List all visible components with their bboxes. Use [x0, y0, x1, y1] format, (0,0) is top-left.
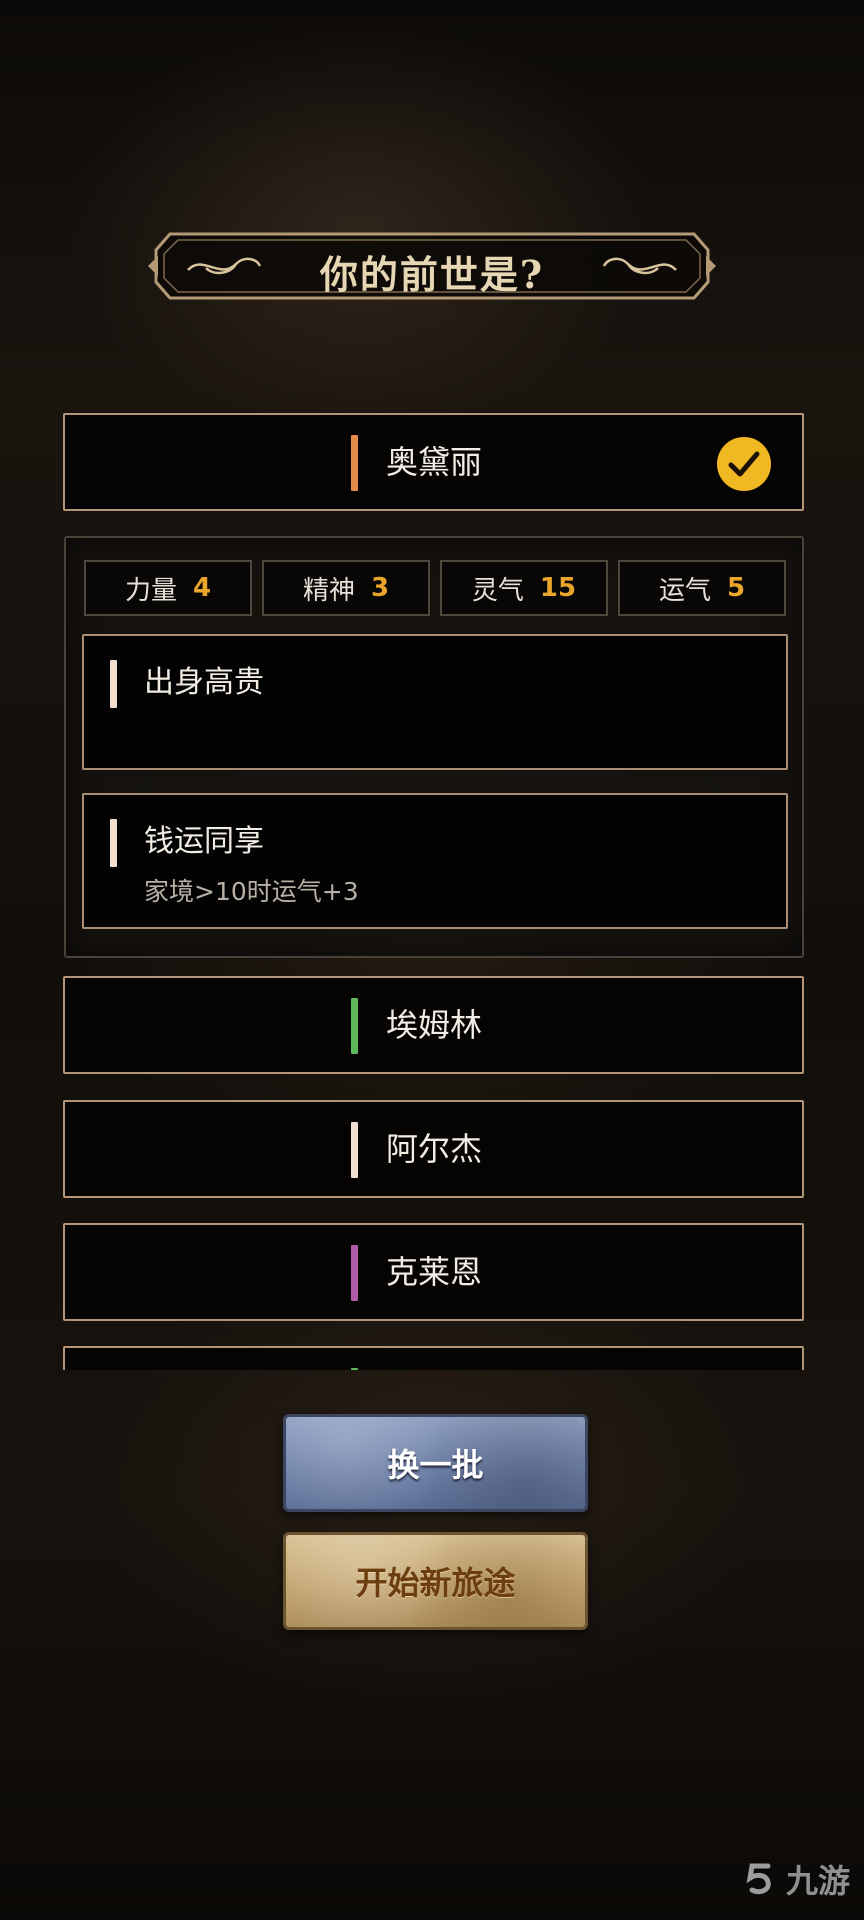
- flourish-right-icon: [602, 257, 677, 275]
- stat-label: 力量: [124, 575, 177, 606]
- stat-aura: 灵气 15: [440, 560, 608, 616]
- watermark-text: 九游: [785, 1862, 850, 1900]
- stat-value: 4: [192, 573, 212, 603]
- character-row-partial[interactable]: [63, 1346, 804, 1370]
- trait-card: 出身高贵: [82, 634, 788, 770]
- stat-value: 3: [370, 573, 390, 603]
- character-name: 埃姆林: [386, 1006, 483, 1044]
- rarity-bar: [351, 1368, 358, 1370]
- stat-label: 灵气: [471, 575, 524, 606]
- refresh-button[interactable]: 换一批: [283, 1414, 588, 1512]
- character-detail-panel: 力量 4 精神 3 灵气 15 运气 5 出身高贵 钱运同享 家境>10时运气+…: [64, 536, 804, 958]
- check-icon: [717, 437, 771, 491]
- stat-strength: 力量 4: [84, 560, 252, 616]
- stat-spirit: 精神 3: [262, 560, 430, 616]
- title-banner: 你的前世是?: [148, 226, 716, 306]
- start-journey-button[interactable]: 开始新旅途: [283, 1532, 588, 1630]
- stats-bar: 力量 4 精神 3 灵气 15 运气 5: [84, 560, 786, 616]
- character-row[interactable]: 阿尔杰: [63, 1100, 804, 1198]
- character-row[interactable]: 克莱恩: [63, 1223, 804, 1321]
- trait-bar: [110, 819, 117, 867]
- stat-label: 运气: [658, 575, 711, 606]
- rarity-bar: [351, 435, 358, 491]
- trait-name: 出身高贵: [144, 665, 264, 700]
- rarity-bar: [351, 1245, 358, 1301]
- nine-game-logo-icon: [746, 1863, 771, 1895]
- character-name: 奥黛丽: [386, 443, 483, 481]
- character-row[interactable]: 埃姆林: [63, 976, 804, 1074]
- character-row-selected[interactable]: 奥黛丽: [63, 413, 804, 511]
- list-scroll-clip: [0, 1340, 864, 1370]
- stat-value: 5: [726, 573, 746, 603]
- character-name: 克莱恩: [386, 1253, 483, 1291]
- stat-value: 15: [539, 573, 577, 603]
- stat-luck: 运气 5: [618, 560, 786, 616]
- trait-card: 钱运同享 家境>10时运气+3: [82, 793, 788, 929]
- rarity-bar: [351, 998, 358, 1054]
- character-name: 阿尔杰: [386, 1130, 483, 1168]
- trait-name: 钱运同享: [144, 824, 264, 859]
- rarity-bar: [351, 1122, 358, 1178]
- trait-description: 家境>10时运气+3: [144, 877, 359, 906]
- watermark: 九游: [742, 1856, 850, 1902]
- trait-bar: [110, 660, 117, 708]
- stat-label: 精神: [302, 575, 355, 606]
